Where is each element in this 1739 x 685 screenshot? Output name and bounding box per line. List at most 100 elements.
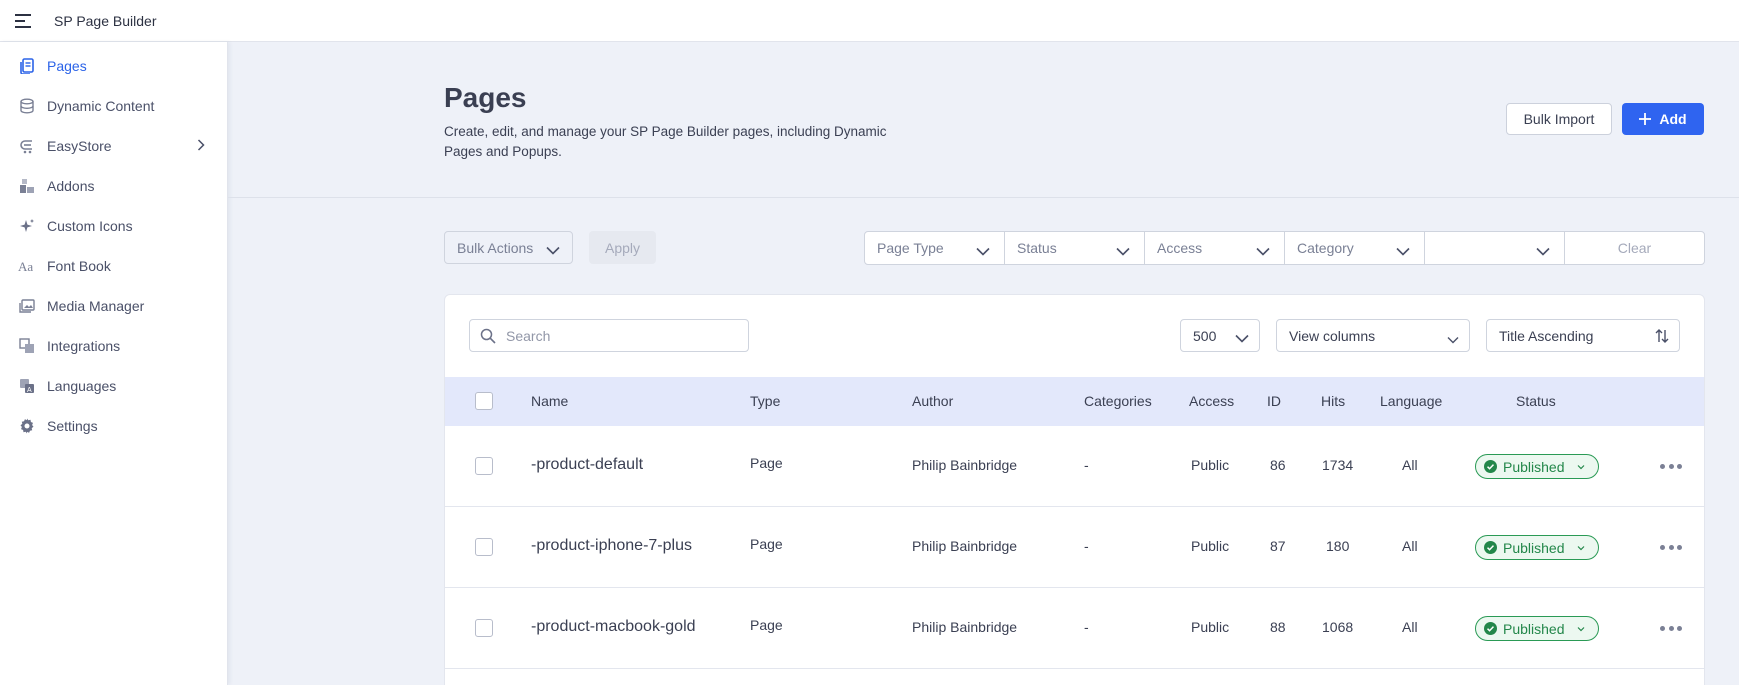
sidebar-item-label: Integrations	[47, 338, 121, 354]
table-row[interactable]: -product-macbook-gold Page Philip Bainbr…	[445, 588, 1704, 669]
page-type: Page	[750, 536, 783, 552]
chevron-down-icon	[1577, 545, 1584, 550]
chevron-down-icon	[1116, 243, 1130, 259]
bulk-actions-select[interactable]: Bulk Actions	[444, 231, 573, 264]
more-options-icon[interactable]	[1660, 540, 1682, 554]
main-content: Pages Create, edit, and manage your SP P…	[228, 42, 1739, 685]
status-filter[interactable]: Status	[1005, 232, 1145, 264]
page-name-link[interactable]: -product-default	[531, 456, 643, 474]
column-header-name[interactable]: Name	[531, 393, 568, 409]
status-badge[interactable]: Published	[1475, 454, 1599, 479]
app-title: SP Page Builder	[54, 12, 157, 29]
page-title: Pages	[444, 82, 527, 113]
column-header-language[interactable]: Language	[1380, 393, 1442, 409]
pages-table-card: Search 500 View columns Title Ascending …	[444, 294, 1705, 685]
filter-label: Status	[1017, 240, 1057, 256]
sidebar-item-label: Font Book	[47, 258, 111, 274]
chevron-down-icon	[976, 243, 990, 259]
sidebar-item-label: Media Manager	[47, 298, 145, 314]
page-type-filter[interactable]: Page Type	[865, 232, 1005, 264]
sidebar-item-addons[interactable]: Addons	[0, 166, 227, 206]
sidebar-item-label: Dynamic Content	[47, 98, 155, 114]
pages-icon	[18, 57, 36, 75]
page-hits: 1068	[1322, 619, 1354, 635]
sidebar-item-media-manager[interactable]: Media Manager	[0, 286, 227, 326]
chevron-right-icon	[197, 138, 205, 154]
gear-icon	[18, 417, 36, 435]
table-row[interactable]: -product-iphone-7-plus Page Philip Bainb…	[445, 507, 1704, 588]
page-language: All	[1402, 538, 1418, 554]
chevron-down-icon	[1447, 331, 1459, 347]
category-filter[interactable]: Category	[1285, 232, 1425, 264]
filter-label: Category	[1297, 240, 1354, 256]
top-bar: SP Page Builder	[0, 0, 1739, 42]
sidebar-item-custom-icons[interactable]: Custom Icons	[0, 206, 227, 246]
store-icon	[18, 137, 36, 155]
column-header-access[interactable]: Access	[1189, 393, 1234, 409]
sidebar-item-dynamic-content[interactable]: Dynamic Content	[0, 86, 227, 126]
select-all-checkbox[interactable]	[475, 392, 493, 410]
sort-icon	[1655, 328, 1669, 347]
menu-toggle-icon[interactable]	[13, 10, 35, 32]
sort-select[interactable]: Title Ascending	[1486, 319, 1680, 352]
page-hits: 1734	[1322, 457, 1354, 473]
extra-filter[interactable]	[1425, 232, 1565, 264]
row-checkbox[interactable]	[475, 619, 493, 637]
apply-button[interactable]: Apply	[589, 231, 656, 264]
page-type: Page	[750, 455, 783, 471]
check-circle-icon	[1484, 460, 1497, 473]
sidebar-item-easystore[interactable]: EasyStore	[0, 126, 227, 166]
page-categories: -	[1084, 457, 1089, 473]
access-filter[interactable]: Access	[1145, 232, 1285, 264]
per-page-value: 500	[1193, 327, 1217, 344]
sidebar-item-label: Addons	[47, 178, 95, 194]
sidebar-item-integrations[interactable]: Integrations	[0, 326, 227, 366]
page-categories: -	[1084, 538, 1089, 554]
per-page-select[interactable]: 500	[1180, 319, 1260, 352]
filter-label: Access	[1157, 240, 1203, 256]
sidebar-item-languages[interactable]: A Languages	[0, 366, 227, 406]
view-columns-select[interactable]: View columns	[1276, 319, 1470, 352]
languages-icon: A	[18, 377, 36, 395]
row-checkbox[interactable]	[475, 538, 493, 556]
column-header-status[interactable]: Status	[1516, 393, 1556, 409]
row-checkbox[interactable]	[475, 457, 493, 475]
page-access: Public	[1191, 538, 1230, 554]
chevron-down-icon	[1577, 626, 1584, 631]
status-badge[interactable]: Published	[1475, 616, 1599, 641]
sidebar-item-settings[interactable]: Settings	[0, 406, 227, 446]
page-name-link[interactable]: -product-macbook-gold	[531, 618, 696, 636]
table-header: Name Type Author Categories Access ID Hi…	[445, 377, 1704, 426]
column-header-author[interactable]: Author	[912, 393, 953, 409]
table-row[interactable]: -product-default Page Philip Bainbridge …	[445, 426, 1704, 507]
add-label: Add	[1659, 111, 1687, 127]
page-name-link[interactable]: -product-iphone-7-plus	[531, 537, 692, 555]
svg-text:Aa: Aa	[18, 259, 33, 273]
chevron-down-icon	[1235, 330, 1249, 346]
status-badge[interactable]: Published	[1475, 535, 1599, 560]
page-access: Public	[1191, 619, 1230, 635]
status-label: Published	[1503, 539, 1565, 556]
bulk-import-button[interactable]: Bulk Import	[1506, 103, 1612, 135]
column-header-categories[interactable]: Categories	[1084, 393, 1152, 409]
sidebar-item-label: EasyStore	[47, 138, 112, 154]
add-page-button[interactable]: Add	[1622, 103, 1704, 135]
chevron-down-icon	[1396, 243, 1410, 259]
check-circle-icon	[1484, 541, 1497, 554]
search-input[interactable]: Search	[469, 319, 749, 352]
more-options-icon[interactable]	[1660, 621, 1682, 635]
more-options-icon[interactable]	[1660, 459, 1682, 473]
database-icon	[18, 97, 36, 115]
column-header-type[interactable]: Type	[750, 393, 780, 409]
status-label: Published	[1503, 458, 1565, 475]
column-header-hits[interactable]: Hits	[1321, 393, 1345, 409]
view-columns-label: View columns	[1289, 327, 1376, 344]
chevron-down-icon	[1256, 243, 1270, 259]
sidebar-item-pages[interactable]: Pages	[0, 46, 227, 86]
sidebar-item-font-book[interactable]: Aa Font Book	[0, 246, 227, 286]
clear-filters-button[interactable]: Clear	[1565, 232, 1704, 264]
page-author: Philip Bainbridge	[912, 538, 1018, 554]
page-id: 87	[1270, 538, 1286, 554]
chevron-down-icon	[546, 242, 560, 258]
column-header-id[interactable]: ID	[1267, 393, 1281, 409]
